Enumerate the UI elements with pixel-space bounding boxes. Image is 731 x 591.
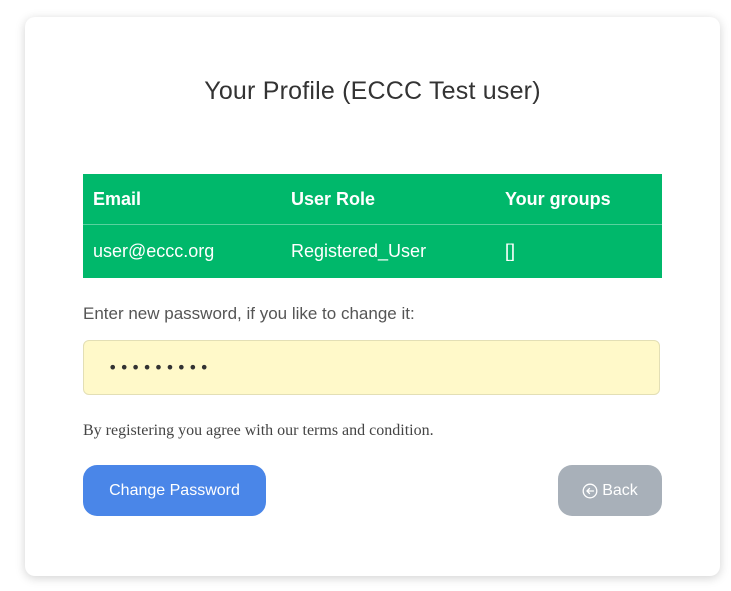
cell-user-role: Registered_User <box>291 240 427 261</box>
profile-card: Your Profile (ECCC Test user) Email User… <box>25 17 720 576</box>
back-arrow-circle-icon <box>582 483 598 499</box>
profile-table: Email User Role Your groups user@eccc.or… <box>83 174 662 278</box>
cell-email: user@eccc.org <box>93 240 215 261</box>
page-title: Your Profile (ECCC Test user) <box>204 77 541 105</box>
back-button[interactable]: Back <box>558 465 662 516</box>
header-email: Email <box>93 188 142 209</box>
change-password-button[interactable]: Change Password <box>83 465 266 516</box>
cell-your-groups: [] <box>505 240 516 261</box>
password-input[interactable]: ••••••••• <box>83 340 660 395</box>
password-value: ••••••••• <box>108 358 211 377</box>
password-prompt: Enter new password, if you like to chang… <box>83 304 415 323</box>
change-password-label: Change Password <box>109 481 240 499</box>
back-label: Back <box>602 481 638 499</box>
header-user-role: User Role <box>291 188 376 209</box>
table-header-row: Email User Role Your groups <box>83 174 662 225</box>
header-your-groups: Your groups <box>505 188 611 209</box>
terms-text: By registering you agree with our terms … <box>83 422 434 439</box>
table-row: user@eccc.org Registered_User [] <box>83 225 662 277</box>
